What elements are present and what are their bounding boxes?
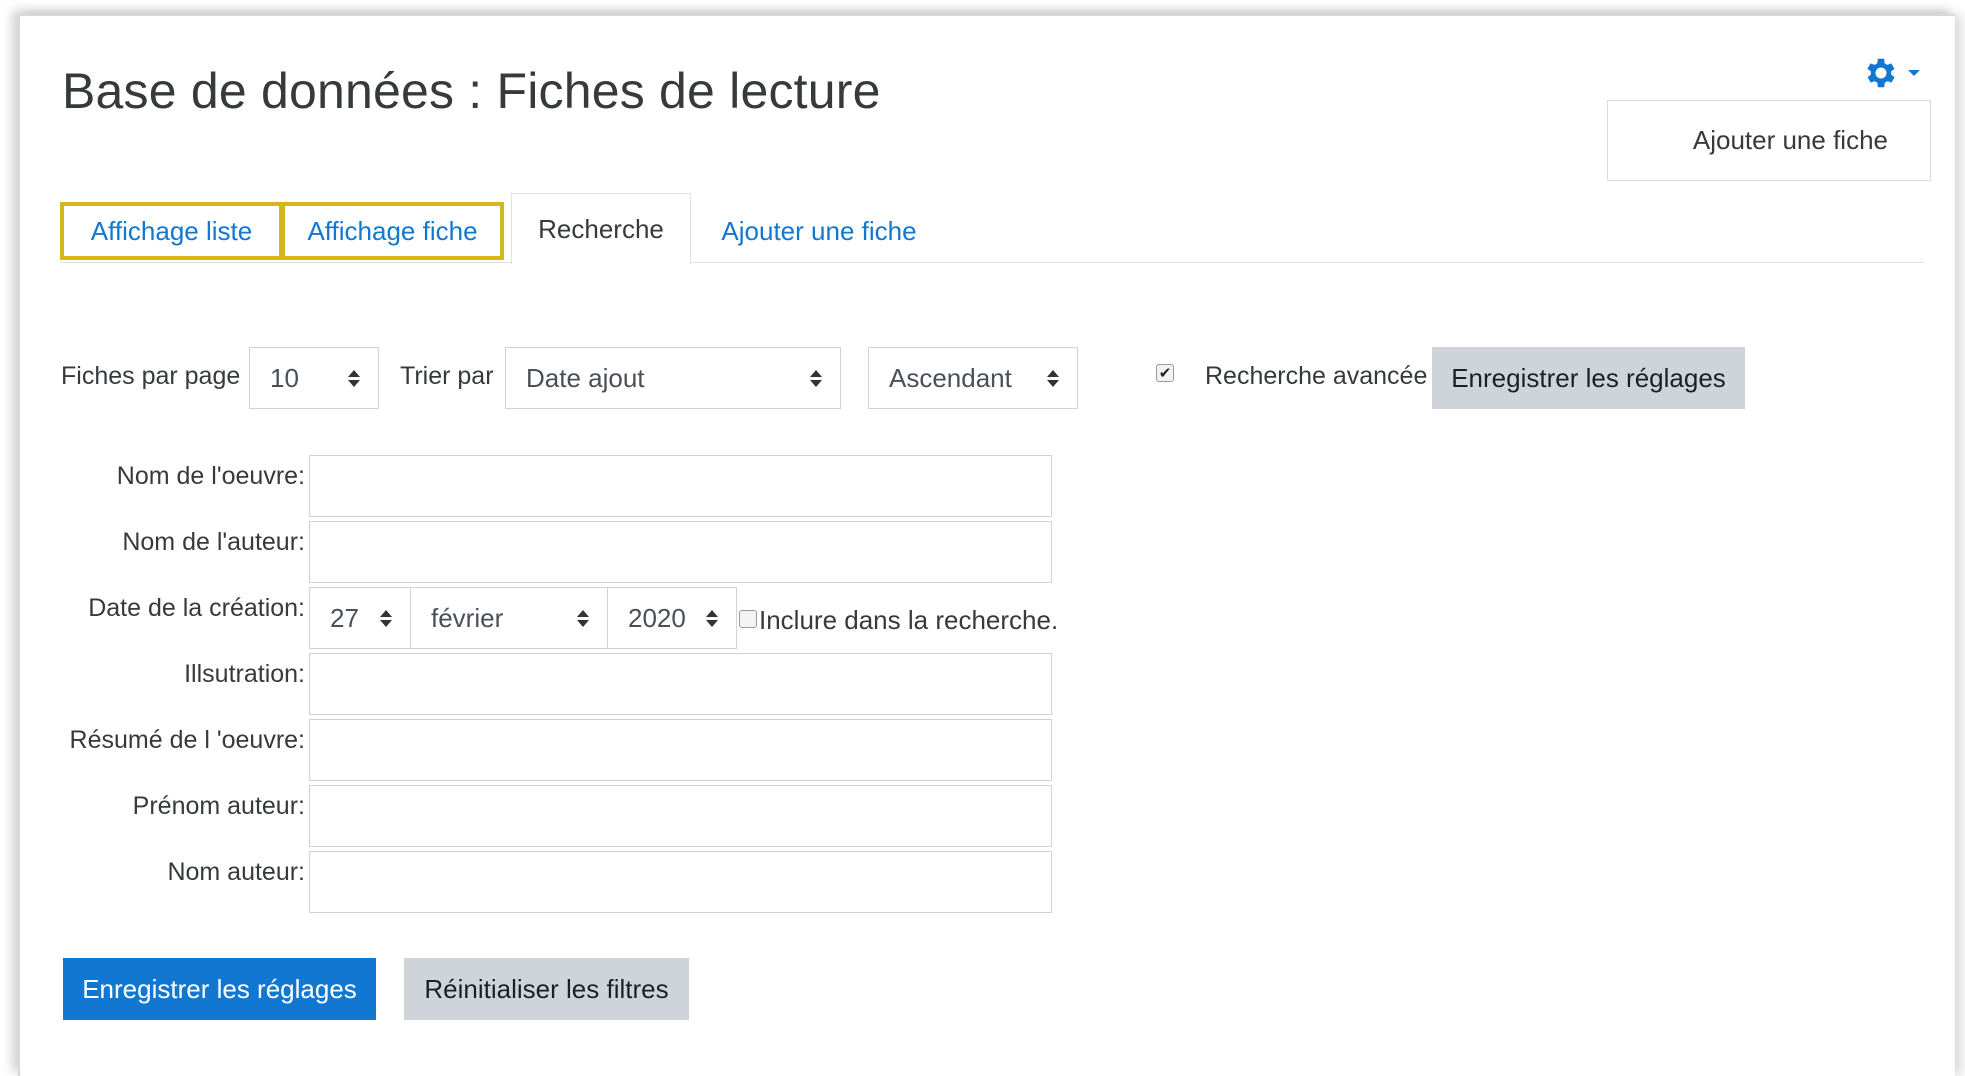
work-name-label: Nom de l'oeuvre: xyxy=(116,462,305,490)
tab-single-view[interactable]: Affichage fiche xyxy=(281,202,504,260)
sort-caret-icon xyxy=(1047,369,1059,387)
save-settings-top-button[interactable]: Enregistrer les réglages xyxy=(1432,347,1745,409)
creation-day-value: 27 xyxy=(330,602,359,633)
tabs-divider xyxy=(60,262,1924,263)
gear-icon xyxy=(1862,54,1900,92)
order-value: Ascendant xyxy=(889,362,1012,393)
sort-caret-icon xyxy=(577,609,589,627)
sort-caret-icon xyxy=(348,369,360,387)
include-date-checkbox[interactable] xyxy=(739,610,757,628)
author-lastname-input[interactable] xyxy=(309,851,1052,913)
work-name-input[interactable] xyxy=(309,455,1052,517)
reset-filters-button[interactable]: Réinitialiser les filtres xyxy=(404,958,689,1020)
advanced-search-label: Recherche avancée xyxy=(1205,362,1428,390)
creation-month-value: février xyxy=(431,602,504,633)
creation-year-select[interactable]: 2020 xyxy=(607,587,737,649)
sort-by-select[interactable]: Date ajout xyxy=(505,347,841,409)
sort-caret-icon xyxy=(706,609,718,627)
page-title: Base de données : Fiches de lecture xyxy=(62,63,881,119)
creation-month-select[interactable]: février xyxy=(410,587,608,649)
tab-search[interactable]: Recherche xyxy=(511,193,691,264)
author-firstname-input[interactable] xyxy=(309,785,1052,847)
creation-year-value: 2020 xyxy=(628,602,686,633)
sort-caret-icon xyxy=(380,609,392,627)
author-name-label: Nom de l'auteur: xyxy=(122,528,305,556)
advanced-search-checkbox[interactable]: ✔ xyxy=(1156,364,1174,382)
creation-date-label: Date de la création: xyxy=(88,594,305,622)
settings-menu[interactable] xyxy=(1862,52,1932,94)
save-settings-button[interactable]: Enregistrer les réglages xyxy=(63,958,376,1020)
illustration-label: Illsutration: xyxy=(184,660,305,688)
add-entry-button[interactable]: Ajouter une fiche xyxy=(1607,100,1931,181)
creation-day-select[interactable]: 27 xyxy=(309,587,411,649)
per-page-select[interactable]: 10 xyxy=(249,347,379,409)
caret-down-icon xyxy=(1908,70,1920,76)
include-date-label: Inclure dans la recherche. xyxy=(759,605,1059,635)
sort-caret-icon xyxy=(810,369,822,387)
summary-input[interactable] xyxy=(309,719,1052,781)
per-page-label: Fiches par page xyxy=(61,362,241,390)
sort-by-value: Date ajout xyxy=(526,362,645,393)
summary-label: Résumé de l 'oeuvre: xyxy=(69,726,305,754)
author-firstname-label: Prénom auteur: xyxy=(132,792,305,820)
illustration-input[interactable] xyxy=(309,653,1052,715)
checkmark-icon: ✔ xyxy=(1158,364,1172,382)
sort-by-label: Trier par xyxy=(400,362,494,390)
author-name-input[interactable] xyxy=(309,521,1052,583)
order-select[interactable]: Ascendant xyxy=(868,347,1078,409)
author-lastname-label: Nom auteur: xyxy=(167,858,305,886)
tab-add-entry[interactable]: Ajouter une fiche xyxy=(706,202,932,260)
tab-list-view[interactable]: Affichage liste xyxy=(60,202,283,260)
per-page-value: 10 xyxy=(270,362,299,393)
